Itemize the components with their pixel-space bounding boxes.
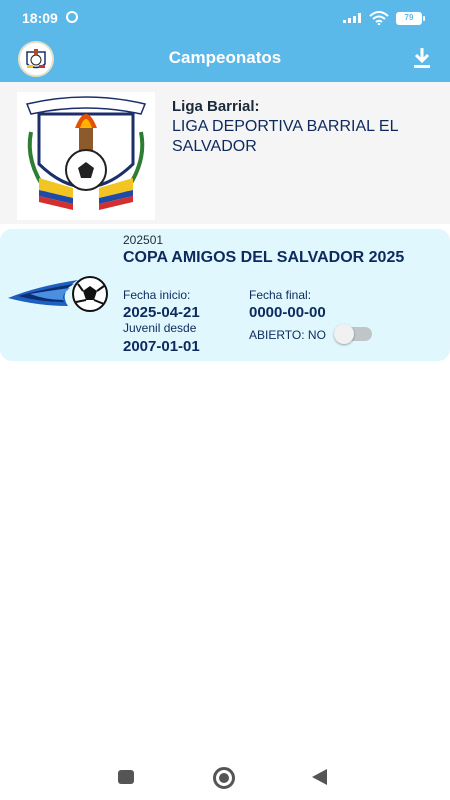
status-time: 18:09 [22,10,58,26]
download-icon[interactable] [412,47,432,69]
app-screen: 18:09 79 Campeonatos Liga Barrial: LIGA … [0,0,450,800]
league-crest-image [17,92,155,220]
battery-icon: 79 [396,12,425,25]
open-toggle[interactable] [334,324,372,344]
youth-label: Juvenil desde [123,321,197,335]
alarm-icon [66,11,78,23]
league-logo [17,92,155,220]
league-label: Liga Barrial: [172,98,260,115]
end-date-value: 0000-00-00 [249,304,326,321]
start-date-value: 2025-04-21 [123,304,200,321]
championship-card[interactable]: 202501 COPA AMIGOS DEL SALVADOR 2025 Fec… [0,229,450,361]
championship-name: COPA AMIGOS DEL SALVADOR 2025 [123,249,405,266]
app-bar: Campeonatos [0,36,450,82]
home-button[interactable] [213,767,235,789]
status-bar: 18:09 79 [0,0,450,36]
page-title: Campeonatos [168,48,282,67]
league-card[interactable]: Liga Barrial: LIGA DEPORTIVA BARRIAL EL … [0,82,450,224]
championship-code: 202501 [123,233,164,247]
back-button[interactable] [312,769,327,785]
end-date-label: Fecha final: [249,288,312,302]
toggle-knob [334,324,354,344]
recent-apps-button[interactable] [118,770,134,784]
signal-icon [343,13,361,23]
wifi-icon [369,11,389,25]
youth-date-value: 2007-01-01 [123,338,200,355]
open-status-label: ABIERTO: NO [249,328,326,342]
league-name: LIGA DEPORTIVA BARRIAL EL SALVADOR [172,118,398,155]
start-date-label: Fecha inicio: [123,288,191,302]
soccer-ball-icon [8,276,108,312]
